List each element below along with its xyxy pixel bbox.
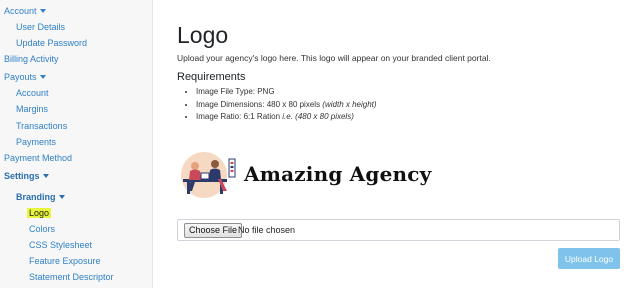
requirement-note: (width x height) bbox=[322, 99, 377, 109]
sidebar-item-label: Settings bbox=[4, 171, 40, 181]
sidebar-item-account[interactable]: Account bbox=[4, 5, 46, 17]
caret-down-icon bbox=[58, 195, 65, 199]
requirement-item: Image Dimensions: 480 x 80 pixels (width… bbox=[196, 99, 377, 112]
active-item-highlight: Logo bbox=[27, 208, 52, 218]
requirement-item: Image Ratio: 6:1 Ration i.e. (480 x 80 p… bbox=[196, 111, 377, 124]
sidebar-item-label: Payouts bbox=[4, 72, 37, 82]
logo-illustration-icon bbox=[181, 152, 236, 198]
requirements-list: Image File Type: PNG Image Dimensions: 4… bbox=[177, 86, 377, 124]
sidebar-item-payment-method[interactable]: Payment Method bbox=[4, 152, 72, 164]
intro-text: Upload your agency's logo here. This log… bbox=[177, 53, 491, 63]
sidebar-item-css-stylesheet[interactable]: CSS Stylesheet bbox=[29, 239, 92, 251]
logo-wordmark: Amazing Agency bbox=[244, 162, 432, 186]
page-title: Logo bbox=[177, 22, 229, 48]
requirement-text: Image Ratio: 6:1 Ration bbox=[196, 112, 283, 121]
file-input[interactable]: Choose File No file chosen bbox=[177, 219, 620, 241]
requirement-text: Image File Type: PNG bbox=[196, 87, 275, 96]
sidebar-item-label: Account bbox=[4, 6, 37, 16]
sidebar-item-update-password[interactable]: Update Password bbox=[16, 37, 87, 49]
sidebar-item-billing-activity[interactable]: Billing Activity bbox=[4, 53, 59, 65]
sidebar-item-transactions[interactable]: Transactions bbox=[16, 120, 67, 132]
sidebar-item-logo[interactable]: Logo bbox=[27, 207, 52, 219]
sidebar-item-statement-descriptor[interactable]: Statement Descriptor bbox=[29, 271, 114, 283]
sidebar-item-branding[interactable]: Branding bbox=[16, 191, 65, 203]
choose-file-button[interactable]: Choose File bbox=[184, 223, 243, 238]
requirement-note: i.e. (480 x 80 pixels) bbox=[282, 112, 354, 121]
sidebar-item-feature-exposure[interactable]: Feature Exposure bbox=[29, 255, 101, 267]
sidebar-item-settings[interactable]: Settings bbox=[4, 170, 49, 182]
caret-down-icon bbox=[39, 9, 46, 13]
sidebar-item-margins[interactable]: Margins bbox=[16, 103, 48, 115]
requirements-heading: Requirements bbox=[177, 71, 246, 83]
requirement-text: Image Dimensions: 480 x 80 pixels bbox=[196, 99, 323, 109]
sidebar-item-label: Branding bbox=[16, 192, 56, 202]
sidebar: Account User Details Update Password Bil… bbox=[0, 0, 153, 288]
sidebar-item-colors[interactable]: Colors bbox=[29, 223, 55, 235]
logo-preview: Amazing Agency bbox=[177, 151, 431, 199]
sidebar-item-payouts[interactable]: Payouts bbox=[4, 71, 46, 83]
caret-down-icon bbox=[42, 174, 49, 178]
sidebar-item-payments[interactable]: Payments bbox=[16, 136, 56, 148]
sidebar-item-payouts-account[interactable]: Account bbox=[16, 87, 49, 99]
main-content: Logo Upload your agency's logo here. Thi… bbox=[153, 0, 635, 288]
sidebar-item-user-details[interactable]: User Details bbox=[16, 21, 65, 33]
requirement-item: Image File Type: PNG bbox=[196, 86, 377, 99]
caret-down-icon bbox=[39, 75, 46, 79]
upload-logo-button[interactable]: Upload Logo bbox=[558, 248, 620, 269]
file-status-text: No file chosen bbox=[238, 225, 296, 235]
